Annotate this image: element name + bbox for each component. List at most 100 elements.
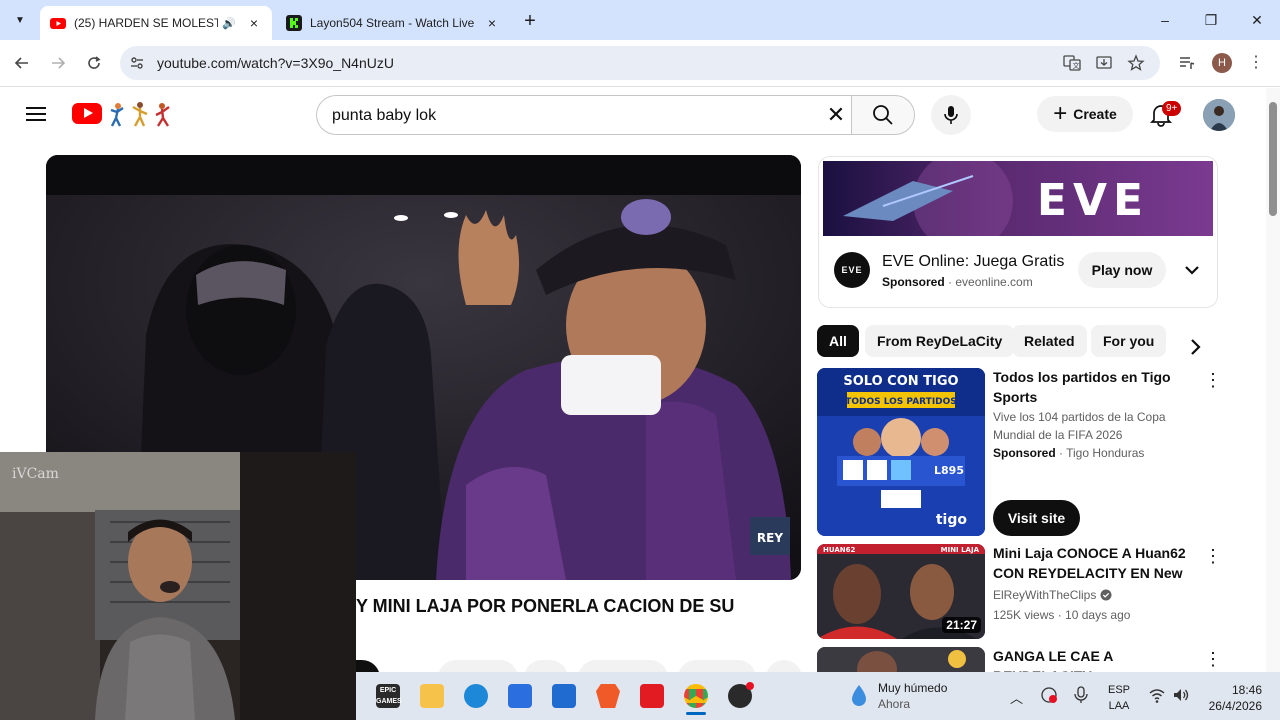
- voice-search-button[interactable]: [931, 95, 971, 135]
- browser-toolbar: youtube.com/watch?v=3X9o_N4nUzU 文: [0, 40, 1280, 87]
- tigo-ad-thumbnail[interactable]: SOLO CON TIGO TODOS LOS PARTIDOS L895 ti…: [817, 368, 985, 536]
- account-avatar[interactable]: [1203, 99, 1235, 131]
- new-tab-button[interactable]: +: [518, 10, 542, 34]
- more-options-icon[interactable]: ⋮: [1204, 546, 1222, 566]
- microphone-icon: [944, 106, 958, 124]
- keyboard-layout: LAA: [1108, 700, 1130, 712]
- rec-stats: 125K views · 10 days ago: [993, 608, 1131, 622]
- view-count: 125K views: [993, 608, 1055, 622]
- tigo-thumb-price: L895: [934, 464, 964, 477]
- clock-time: 18:46: [1231, 683, 1262, 697]
- chip-for-you[interactable]: For you: [1091, 325, 1167, 357]
- edge-icon[interactable]: [464, 684, 488, 708]
- channel-name[interactable]: ElReyWithTheClips: [993, 588, 1096, 602]
- adobe-icon[interactable]: [640, 684, 664, 708]
- weather-time: Ahora: [878, 697, 911, 711]
- restore-button[interactable]: ❐: [1188, 6, 1234, 34]
- tab-title: (25) HARDEN SE MOLESTA CON REY MINI LAJA: [74, 16, 218, 30]
- visit-site-button[interactable]: Visit site: [993, 500, 1080, 536]
- browser-menu-icon[interactable]: ⋮: [1248, 52, 1264, 74]
- clear-search-icon[interactable]: ✕: [825, 104, 847, 127]
- weather-droplet-icon[interactable]: [846, 682, 872, 708]
- webcam-overlay: iVCam: [0, 452, 356, 720]
- tigo-thumb-sub: TODOS LOS PARTIDOS: [845, 397, 957, 407]
- rec-description: Vive los 104 partidos de la Copa Mundial…: [993, 410, 1166, 442]
- install-app-icon[interactable]: [1094, 53, 1114, 73]
- chevron-right-icon[interactable]: [1184, 336, 1206, 358]
- volume-icon[interactable]: [1172, 686, 1190, 704]
- back-button[interactable]: [9, 50, 35, 76]
- dancing-doodle-icon[interactable]: [108, 100, 174, 128]
- guide-menu-icon[interactable]: [24, 103, 48, 127]
- video-thumbnail[interactable]: HUAN62 MINI LAJA 21:27: [817, 544, 985, 639]
- search-button[interactable]: [851, 95, 915, 135]
- rec-sponsor-line: Sponsored · Tigo Honduras: [993, 446, 1145, 460]
- chrome-icon[interactable]: [684, 684, 708, 708]
- reload-button[interactable]: [81, 50, 107, 76]
- search-icon: [873, 105, 893, 125]
- file-explorer-icon[interactable]: [420, 684, 444, 708]
- video-watermark: REY: [757, 531, 783, 545]
- network-status-icon[interactable]: [1040, 686, 1058, 704]
- play-now-button[interactable]: Play now: [1078, 252, 1166, 288]
- video-title: Y MINI LAJA POR PONERLA CACION DE SU: [356, 596, 735, 616]
- advertiser-logo[interactable]: EVE: [834, 252, 870, 288]
- forward-arrow-icon: [52, 57, 66, 69]
- advertiser-name: Tigo Honduras: [1066, 446, 1145, 460]
- ad-title[interactable]: EVE Online: Juega Gratis: [882, 253, 1064, 271]
- tigo-thumb-heading: SOLO CON TIGO: [843, 374, 958, 389]
- rec-title[interactable]: Todos los partidos en Tigo Sports: [993, 367, 1193, 407]
- webcam-feed-image: iVCam: [0, 452, 356, 720]
- tab-close-icon[interactable]: ×: [246, 15, 262, 31]
- kick-favicon-icon: [286, 15, 302, 31]
- chip-related[interactable]: Related: [1012, 325, 1087, 357]
- tab-youtube[interactable]: (25) HARDEN SE MOLESTA CON REY MINI LAJA…: [40, 6, 272, 40]
- reload-icon: [88, 56, 101, 69]
- scrollbar-thumb[interactable]: [1269, 102, 1277, 216]
- video-thumbnail[interactable]: [817, 647, 985, 672]
- youtube-logo[interactable]: [72, 103, 102, 124]
- webcam-label: iVCam: [12, 466, 59, 482]
- profile-avatar[interactable]: H: [1212, 53, 1232, 73]
- input-language[interactable]: ESP LAA: [1104, 682, 1134, 714]
- ad-banner-image[interactable]: EVE: [823, 161, 1213, 236]
- more-options-icon[interactable]: ⋮: [1204, 370, 1222, 390]
- chip-all[interactable]: All: [817, 325, 859, 357]
- forward-button[interactable]: [45, 50, 71, 76]
- site-info-icon[interactable]: [126, 52, 148, 74]
- close-window-button[interactable]: ✕: [1234, 6, 1280, 34]
- thumb-left-label: HUAN62: [823, 546, 855, 554]
- chip-from-channel[interactable]: From ReyDeLaCity: [865, 325, 1015, 357]
- translate-icon[interactable]: 文: [1062, 53, 1082, 73]
- search-query-text: punta baby lok: [332, 107, 437, 124]
- rec-channel[interactable]: ElReyWithTheClips: [993, 586, 1193, 604]
- verified-badge-icon: [1100, 589, 1112, 601]
- tab-close-icon[interactable]: ×: [484, 15, 500, 31]
- upload-age: 10 days ago: [1065, 608, 1131, 622]
- microsoft-store-icon[interactable]: [508, 684, 532, 708]
- chevron-down-icon[interactable]: [1182, 260, 1202, 280]
- tray-chevron-up-icon[interactable]: ︿: [1010, 688, 1023, 707]
- tab-search-button[interactable]: ▼: [8, 8, 32, 32]
- rec-title[interactable]: Mini Laja CONOCE A Huan62 CON REYDELACIT…: [993, 543, 1193, 583]
- youtube-search-input[interactable]: punta baby lok ✕: [316, 95, 852, 135]
- minimize-button[interactable]: –: [1142, 6, 1188, 34]
- tab-kick[interactable]: Layon504 Stream - Watch Live on Kick ×: [276, 6, 510, 40]
- bookmark-star-icon[interactable]: [1126, 53, 1146, 73]
- speaker-icon[interactable]: 🔊: [222, 17, 238, 30]
- url-text: youtube.com/watch?v=3X9o_N4nUzU: [157, 55, 394, 71]
- plus-icon: +: [1053, 100, 1068, 127]
- taskbar-clock[interactable]: 18:46 26/4/2026: [1200, 682, 1262, 714]
- epic-games-icon[interactable]: EPIC GAMES: [376, 684, 402, 708]
- media-controls-button[interactable]: [1174, 50, 1200, 76]
- rec-title[interactable]: GANGA LE CAE A REYDELACITY: [993, 646, 1193, 672]
- more-options-icon[interactable]: ⋮: [1204, 649, 1222, 669]
- create-button[interactable]: + Create: [1037, 96, 1133, 132]
- weather-status[interactable]: Muy húmedo: [878, 681, 947, 695]
- wifi-icon[interactable]: [1148, 686, 1166, 704]
- address-bar[interactable]: youtube.com/watch?v=3X9o_N4nUzU 文: [120, 46, 1160, 80]
- outlook-icon[interactable]: [552, 684, 576, 708]
- tray-microphone-icon[interactable]: [1072, 686, 1090, 704]
- notification-badge: 9+: [1162, 101, 1182, 116]
- ad-meta: Sponsored · eveonline.com: [882, 275, 1033, 289]
